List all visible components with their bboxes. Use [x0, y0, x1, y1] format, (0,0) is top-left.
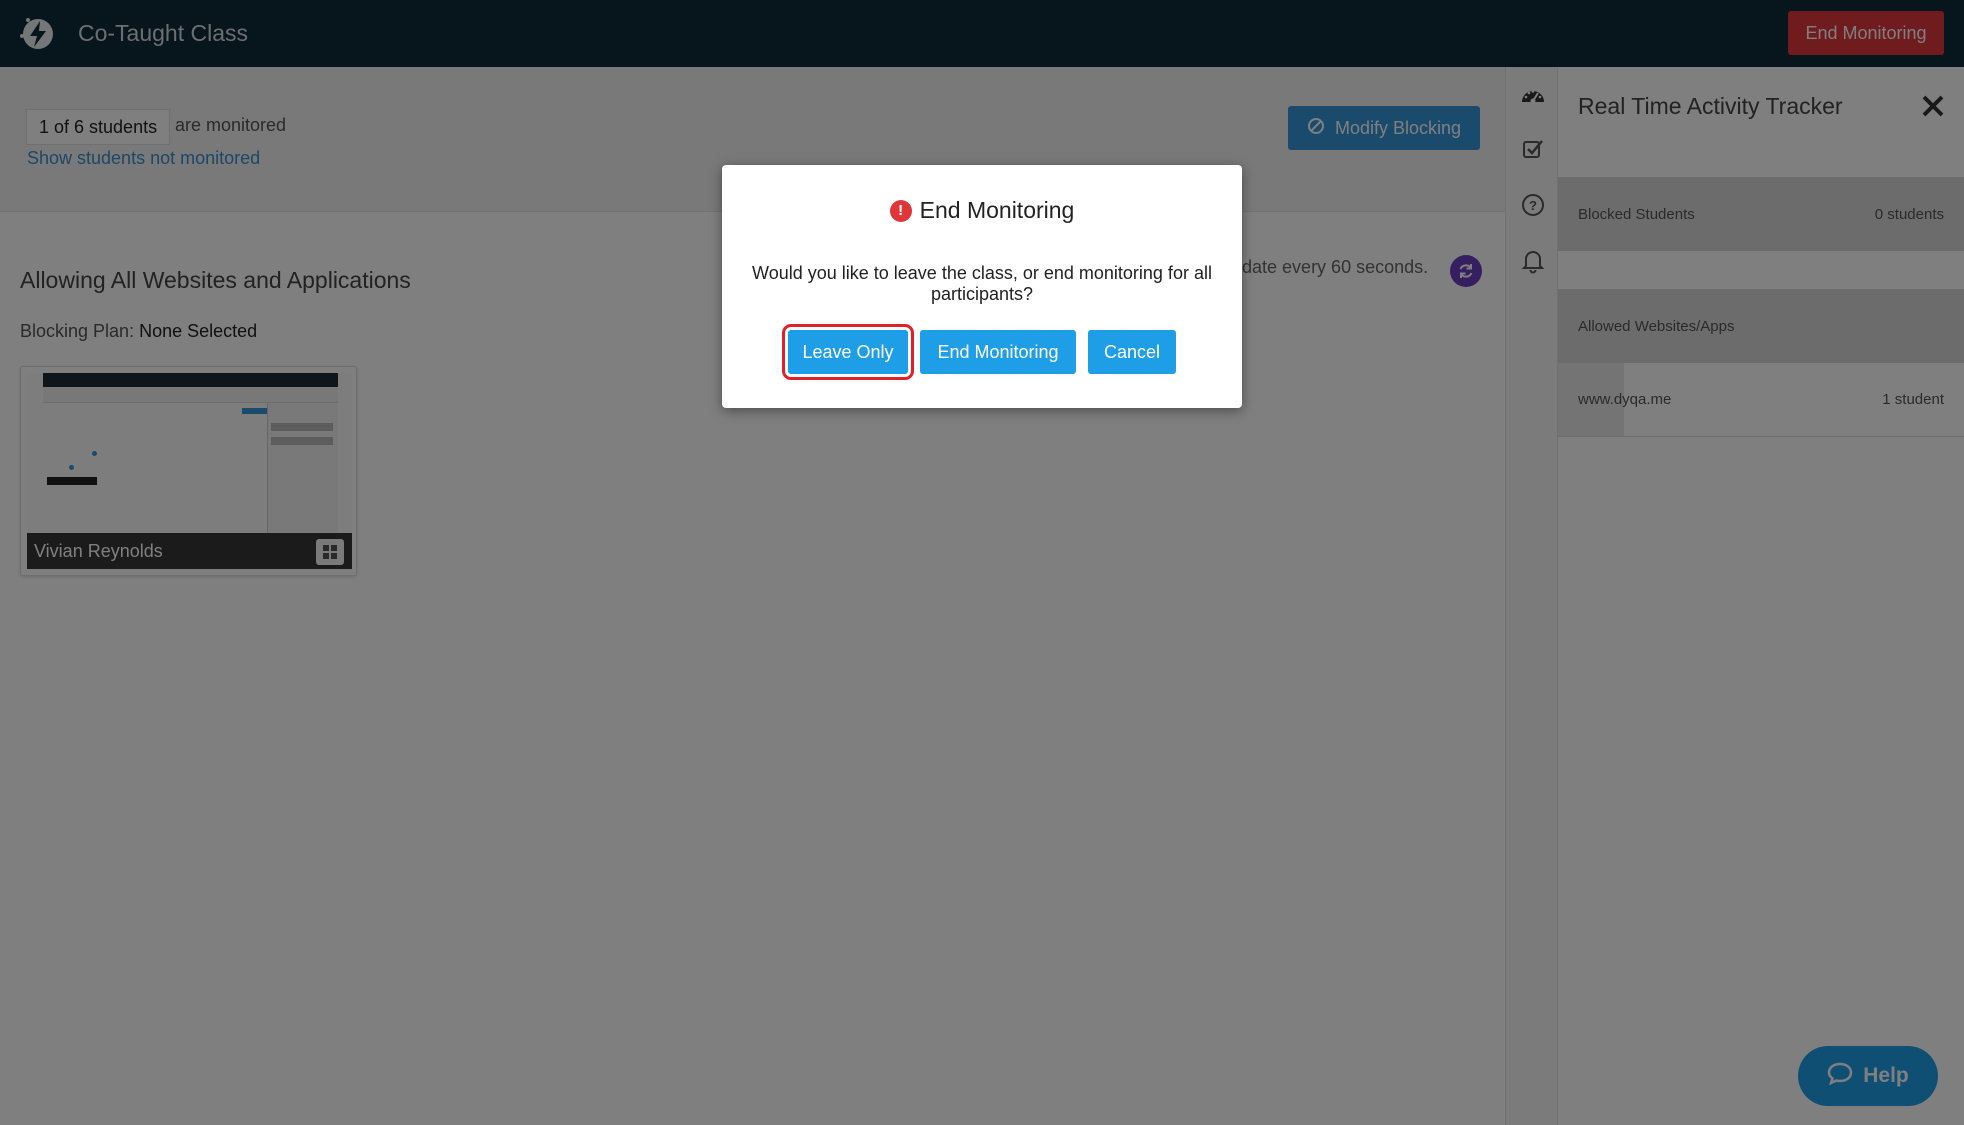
end-monitoring-dialog: ! End Monitoring Would you like to leave… [722, 165, 1242, 408]
alert-icon: ! [889, 199, 912, 222]
dialog-title: ! End Monitoring [722, 197, 1242, 224]
leave-only-button[interactable]: Leave Only [782, 324, 914, 380]
cancel-button[interactable]: Cancel [1088, 330, 1176, 374]
dialog-title-text: End Monitoring [919, 197, 1075, 223]
dialog-end-monitoring-button[interactable]: End Monitoring [920, 330, 1076, 374]
dialog-message: Would you like to leave the class, or en… [752, 263, 1212, 304]
